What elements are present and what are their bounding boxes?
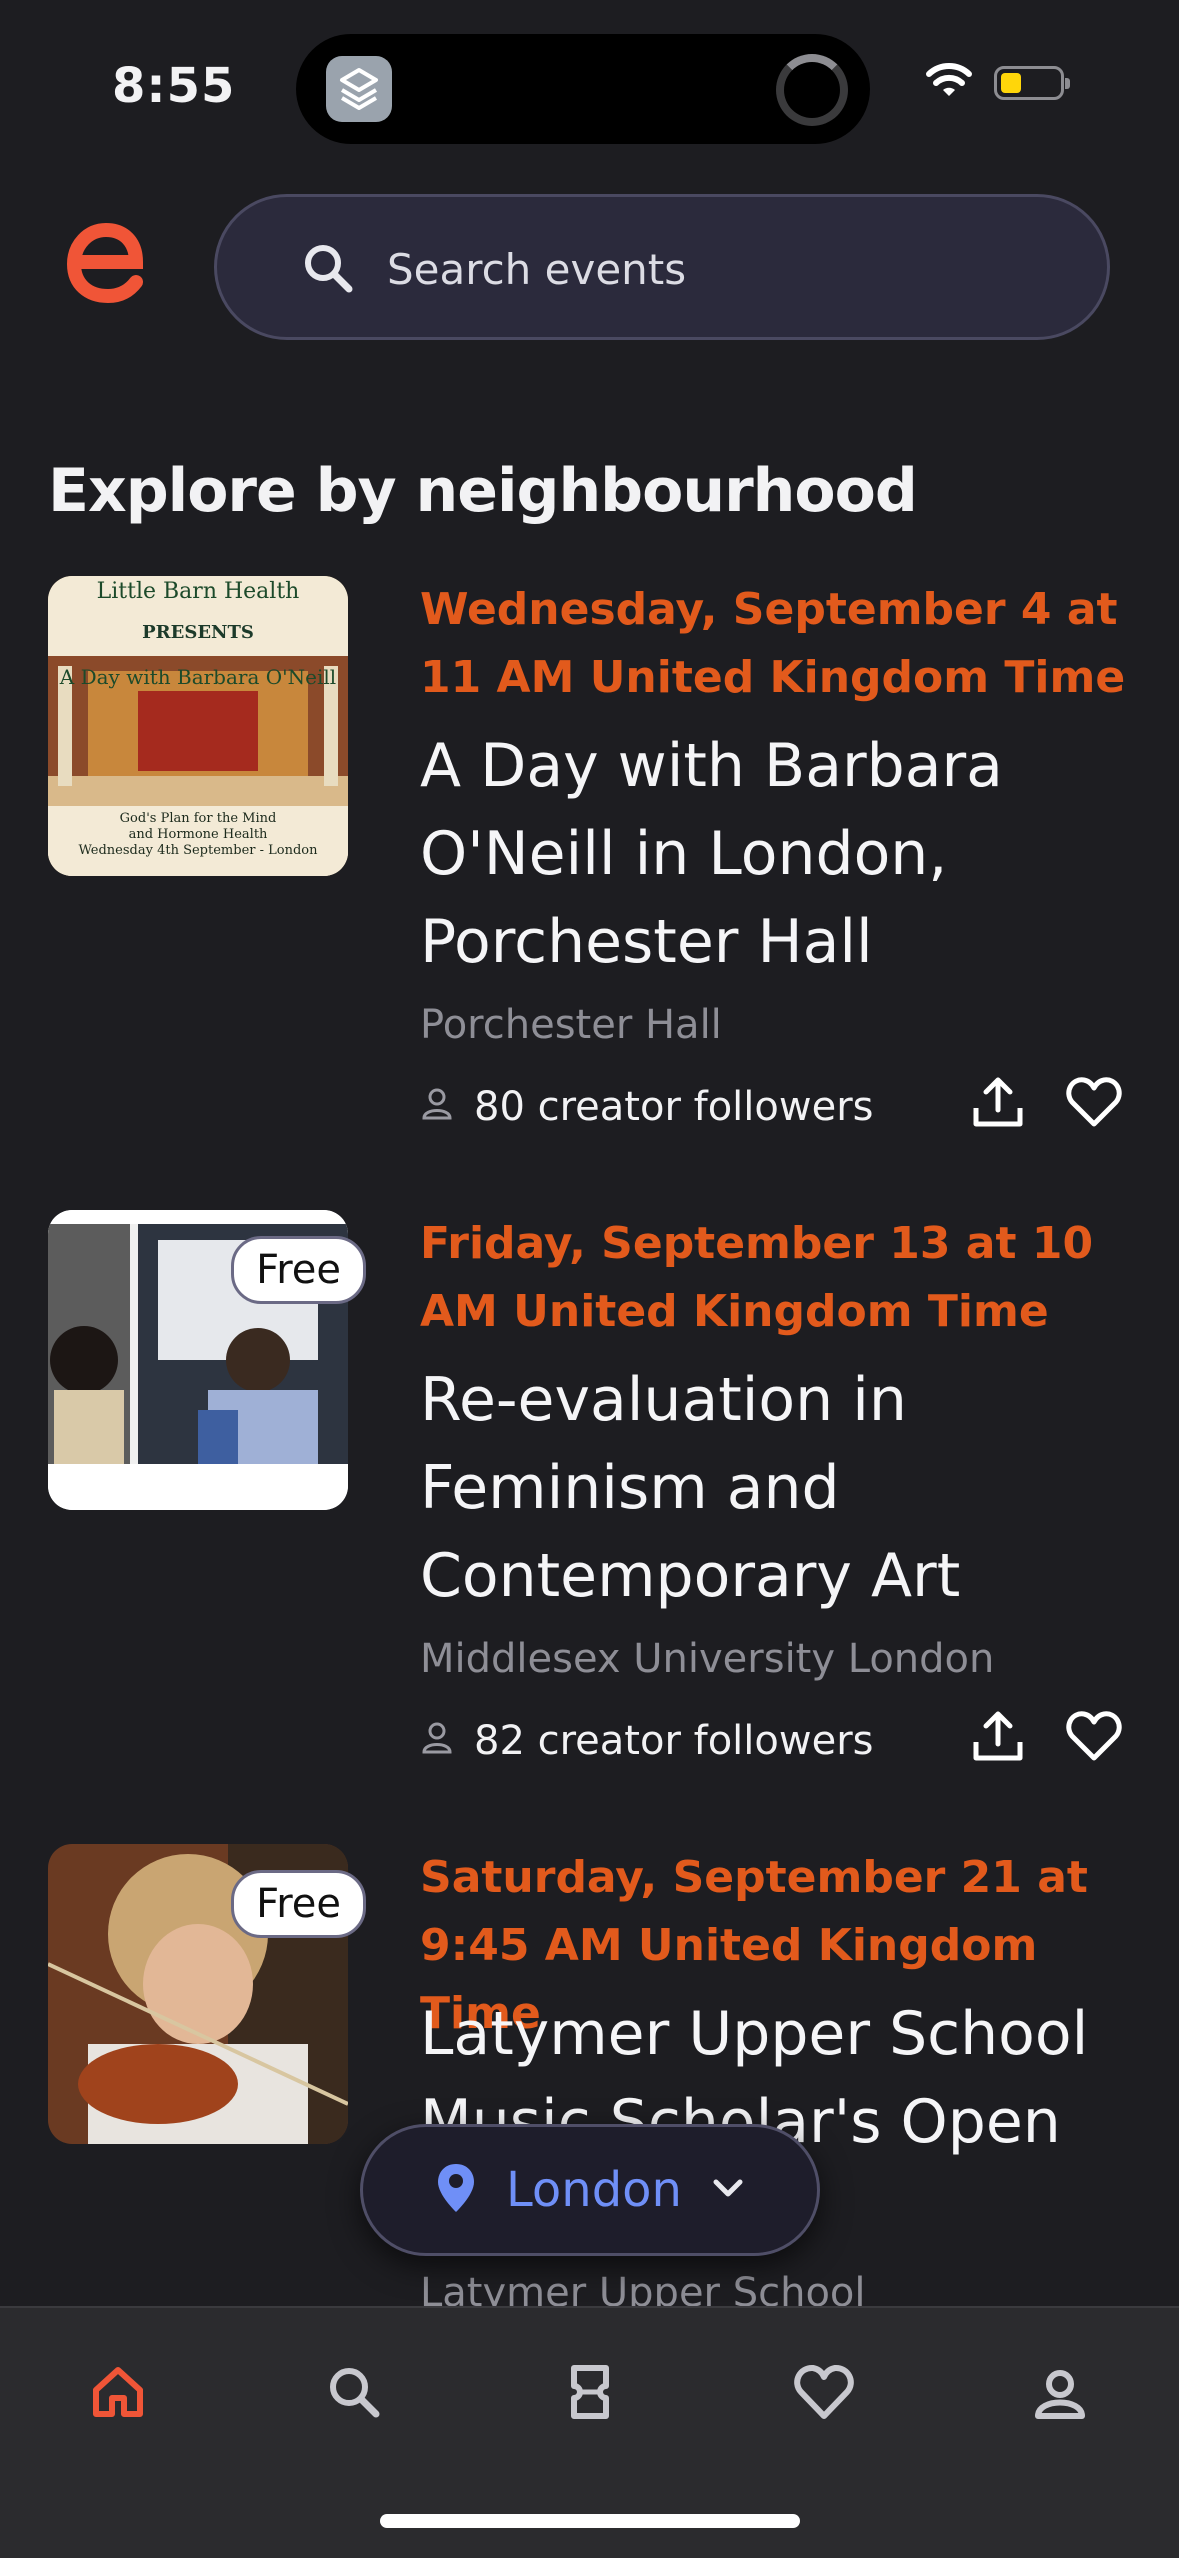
tab-home[interactable] — [78, 2354, 158, 2434]
event-venue: Porchester Hall — [420, 1002, 722, 1048]
followers-count: 82 creator followers — [474, 1718, 874, 1764]
app-layers-icon — [326, 56, 392, 122]
location-pin-icon — [436, 2162, 476, 2218]
heart-icon — [1066, 1076, 1122, 1132]
thumb-org: Little Barn Health — [97, 579, 300, 604]
eventbrite-logo-icon[interactable] — [66, 220, 146, 308]
location-label: London — [506, 2162, 682, 2218]
event-thumbnail[interactable]: Free — [48, 1210, 366, 1510]
event-thumbnail[interactable]: Free — [48, 1844, 366, 2144]
event-title[interactable]: Re-evaluation in Feminism and Contempora… — [420, 1356, 1140, 1620]
share-icon — [970, 1074, 1026, 1134]
event-date: Friday, September 13 at 10 AM United Kin… — [420, 1218, 1094, 1337]
event-thumbnail[interactable]: Little Barn Health PRESENTS A Day with B… — [48, 576, 348, 876]
tab-profile[interactable] — [1020, 2354, 1100, 2434]
search-icon — [326, 2364, 382, 2424]
tab-likes[interactable] — [784, 2354, 864, 2434]
home-indicator[interactable] — [380, 2514, 800, 2528]
profile-icon — [1032, 2364, 1088, 2424]
thumb-line2: and Hormone Health — [129, 827, 268, 842]
thumb-line1: God's Plan for the Mind — [120, 811, 277, 826]
followers-count: 80 creator followers — [474, 1084, 874, 1130]
wifi-icon — [924, 60, 974, 104]
creator-followers: 82 creator followers — [420, 1718, 873, 1764]
heart-icon — [1066, 1710, 1122, 1766]
search-bar[interactable]: Search events — [214, 194, 1110, 340]
search-icon — [301, 241, 357, 301]
share-icon — [970, 1708, 1026, 1768]
activity-spinner-icon — [776, 54, 848, 126]
location-selector[interactable]: London — [360, 2124, 820, 2256]
ticket-icon — [562, 2364, 618, 2424]
thumb-presents: PRESENTS — [142, 622, 254, 643]
chevron-down-icon — [712, 2178, 744, 2202]
event-date: Wednesday, September 4 at 11 AM United K… — [420, 584, 1126, 703]
search-placeholder: Search events — [387, 245, 687, 294]
status-time: 8:55 — [112, 58, 236, 114]
home-icon — [90, 2364, 146, 2424]
share-button[interactable] — [958, 1064, 1038, 1144]
dynamic-island — [296, 34, 870, 144]
creator-followers: 80 creator followers — [420, 1084, 873, 1130]
free-badge: Free — [231, 1870, 366, 1938]
thumb-line3: Wednesday 4th September - London — [78, 843, 318, 858]
heart-icon — [794, 2364, 854, 2424]
share-button[interactable] — [958, 1698, 1038, 1778]
like-button[interactable] — [1054, 1698, 1134, 1778]
tab-tickets[interactable] — [550, 2354, 630, 2434]
event-title[interactable]: A Day with Barbara O'Neill in London, Po… — [420, 722, 1140, 986]
thumb-headline: A Day with Barbara O'Neill — [59, 665, 336, 689]
battery-icon — [994, 66, 1070, 100]
person-icon — [420, 1718, 454, 1764]
like-button[interactable] — [1054, 1064, 1134, 1144]
event-venue: Middlesex University London — [420, 1636, 995, 1682]
person-icon — [420, 1084, 454, 1130]
tab-search[interactable] — [314, 2354, 394, 2434]
section-title: Explore by neighbourhood — [48, 456, 918, 526]
free-badge: Free — [231, 1236, 366, 1304]
